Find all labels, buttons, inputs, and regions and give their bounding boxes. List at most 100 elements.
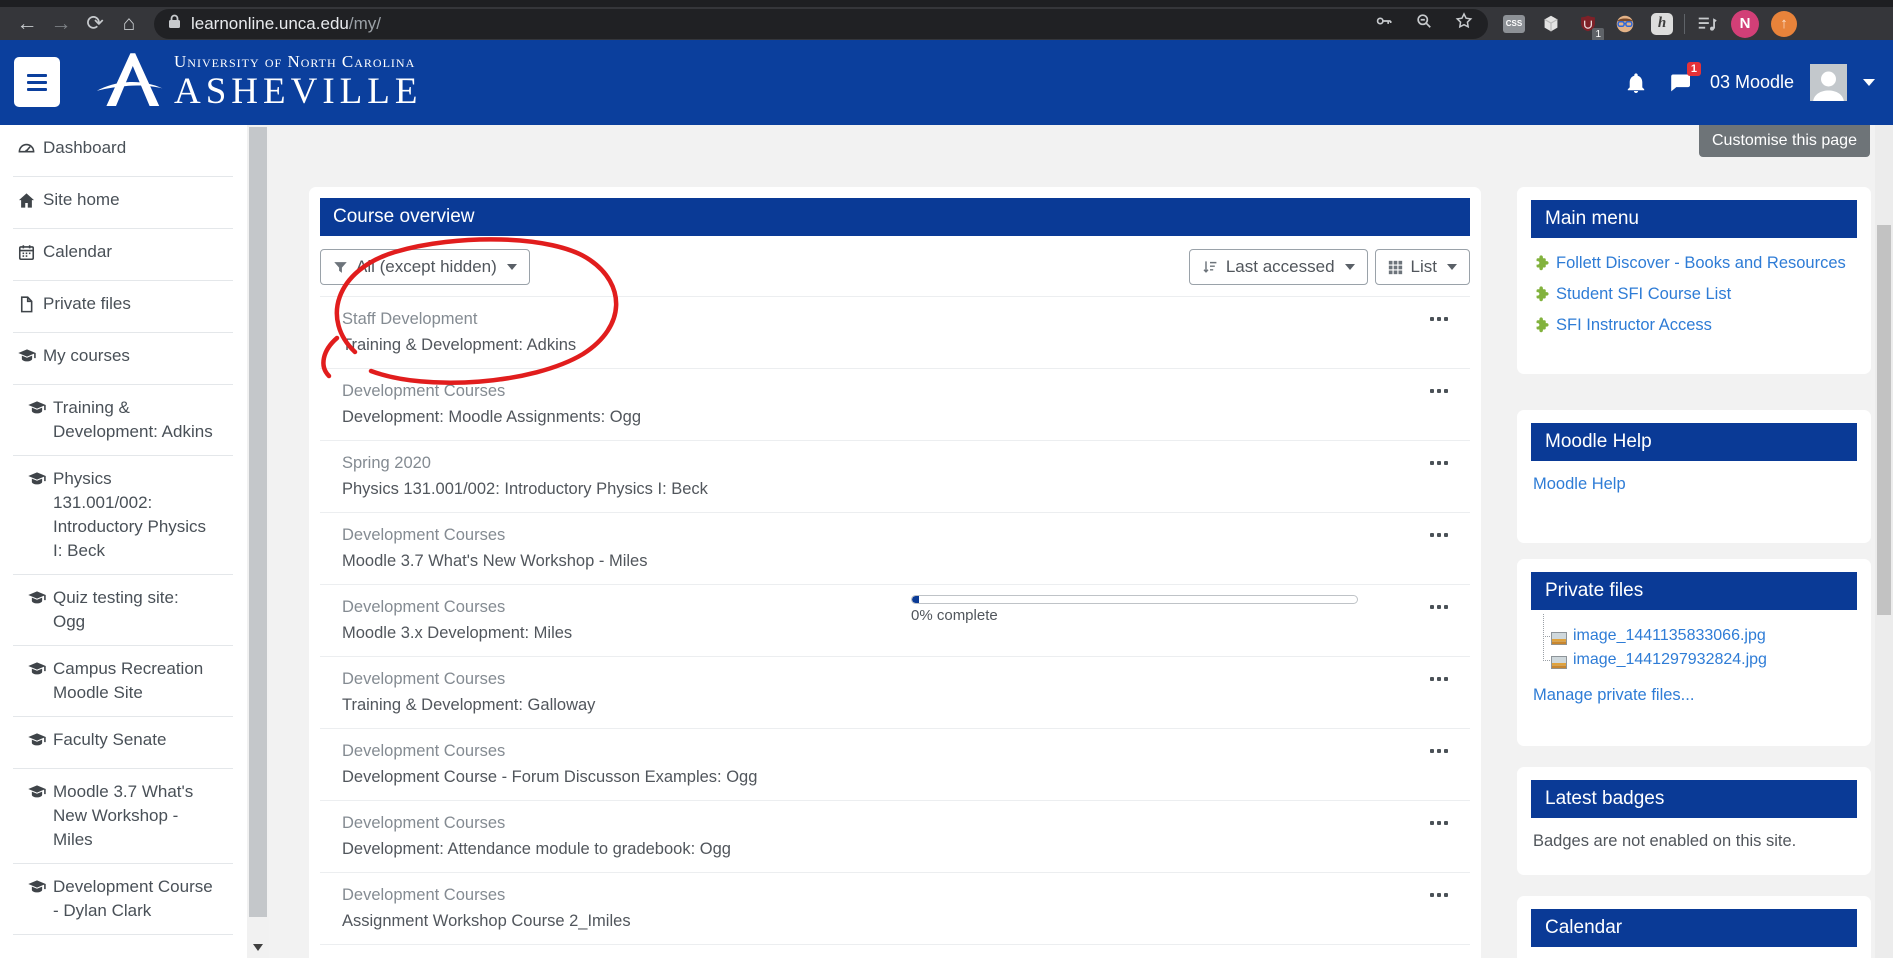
graduation-cap-icon bbox=[27, 589, 53, 615]
graduation-cap-icon bbox=[27, 660, 53, 686]
customise-page-button[interactable]: Customise this page bbox=[1699, 125, 1870, 157]
main-menu-title: Main menu bbox=[1531, 200, 1857, 238]
browser-profile-avatar[interactable]: N bbox=[1731, 10, 1759, 38]
drawer-scroll-down-icon[interactable] bbox=[247, 937, 269, 958]
url-text: learnonline.unca.edu/my/ bbox=[191, 14, 381, 34]
course-row: Development Courses Moodle 3.x Developme… bbox=[320, 585, 1470, 657]
course-row: Development Courses Training & Developme… bbox=[320, 657, 1470, 729]
course-actions-menu[interactable] bbox=[1430, 893, 1448, 897]
sidebar-item-private-files[interactable]: Private files bbox=[13, 281, 233, 333]
course-link[interactable]: Training & Development: Galloway bbox=[342, 696, 1410, 715]
drawer-scrollbar-thumb[interactable] bbox=[249, 127, 267, 917]
extension-css-icon[interactable]: CSS bbox=[1502, 12, 1526, 36]
browser-update-icon[interactable]: ↑ bbox=[1771, 11, 1797, 37]
course-actions-menu[interactable] bbox=[1430, 749, 1448, 753]
course-category: Development Courses bbox=[342, 526, 1410, 545]
sidebar-item-physics-131[interactable]: Physics 131.001/002: Introductory Physic… bbox=[13, 456, 233, 575]
course-category: Development Courses bbox=[342, 742, 1410, 761]
page-scrollbar[interactable] bbox=[1875, 125, 1893, 958]
puzzle-icon bbox=[1533, 254, 1550, 279]
sort-icon bbox=[1202, 259, 1218, 275]
sidebar-item-calendar[interactable]: Calendar bbox=[13, 229, 233, 281]
course-category: Staff Development bbox=[342, 310, 1410, 329]
course-actions-menu[interactable] bbox=[1430, 605, 1448, 609]
course-link[interactable]: Moodle 3.x Development: Miles bbox=[342, 624, 1410, 643]
zoom-icon[interactable] bbox=[1414, 11, 1434, 36]
course-link[interactable]: Physics 131.001/002: Introductory Physic… bbox=[342, 480, 1410, 499]
file-item: image_1441297932824.jpg bbox=[1549, 648, 1855, 672]
course-link[interactable]: Assignment Workshop Course 2_Imiles bbox=[342, 912, 1410, 931]
sidebar-item-site-home[interactable]: Site home bbox=[13, 177, 233, 229]
chevron-down-icon bbox=[1447, 264, 1457, 270]
sidebar-item-dashboard[interactable]: Dashboard bbox=[13, 125, 233, 177]
home-icon[interactable]: ⌂ bbox=[112, 9, 146, 39]
sidebar-item-development-course-dylan-clark[interactable]: Development Course - Dylan Clark bbox=[13, 864, 233, 935]
main-menu-link[interactable]: SFI Instructor Access bbox=[1556, 316, 1712, 334]
course-row: Development Courses Development Course -… bbox=[320, 729, 1470, 801]
course-actions-menu[interactable] bbox=[1430, 533, 1448, 537]
unca-logo[interactable]: University of North Carolina ASHEVILLE bbox=[92, 48, 422, 116]
user-name: 03 Moodle bbox=[1710, 72, 1794, 93]
course-link[interactable]: Moodle 3.7 What's New Workshop - Miles bbox=[342, 552, 1410, 571]
course-row: Staff Development Training & Development… bbox=[320, 297, 1470, 369]
user-avatar[interactable] bbox=[1810, 64, 1847, 101]
course-category: Development Courses bbox=[342, 382, 1410, 401]
manage-private-files-link[interactable]: Manage private files... bbox=[1533, 686, 1694, 704]
extension-cube-icon[interactable] bbox=[1539, 12, 1563, 36]
course-actions-menu[interactable] bbox=[1430, 821, 1448, 825]
back-icon[interactable]: ← bbox=[10, 9, 44, 39]
extension-ublock-icon[interactable]: 1 bbox=[1576, 12, 1600, 36]
main-menu-link[interactable]: Student SFI Course List bbox=[1556, 285, 1731, 303]
main-menu-link[interactable]: Follett Discover - Books and Resources bbox=[1556, 254, 1846, 272]
extension-face-glasses-icon[interactable] bbox=[1613, 12, 1637, 36]
course-actions-menu[interactable] bbox=[1430, 677, 1448, 681]
course-actions-menu[interactable] bbox=[1430, 389, 1448, 393]
course-list: Staff Development Training & Development… bbox=[320, 296, 1470, 945]
graduation-cap-icon bbox=[27, 731, 53, 757]
course-filter-dropdown[interactable]: All (except hidden) bbox=[320, 249, 530, 285]
gauge-icon bbox=[17, 139, 43, 165]
course-actions-menu[interactable] bbox=[1430, 461, 1448, 465]
file-item: image_1441135833066.jpg bbox=[1549, 624, 1855, 648]
key-icon[interactable] bbox=[1374, 11, 1394, 36]
notifications-bell-icon[interactable] bbox=[1622, 69, 1650, 97]
address-bar[interactable]: learnonline.unca.edu/my/ bbox=[154, 9, 1488, 39]
course-link[interactable]: Development: Moodle Assignments: Ogg bbox=[342, 408, 1410, 427]
course-actions-menu[interactable] bbox=[1430, 317, 1448, 321]
course-display-dropdown[interactable]: List bbox=[1375, 249, 1470, 285]
sidebar-item-faculty-senate[interactable]: Faculty Senate bbox=[13, 717, 233, 769]
private-file-link[interactable]: image_1441135833066.jpg bbox=[1573, 627, 1766, 644]
sidebar-item-moodle-37-workshop[interactable]: Moodle 3.7 What's New Workshop - Miles bbox=[13, 769, 233, 864]
reading-list-icon[interactable] bbox=[1695, 12, 1719, 36]
user-menu-caret-icon[interactable] bbox=[1863, 79, 1875, 86]
drawer-scrollbar[interactable] bbox=[247, 125, 269, 958]
course-row: Development Courses Development: Attenda… bbox=[320, 801, 1470, 873]
course-link[interactable]: Training & Development: Adkins bbox=[342, 336, 1410, 355]
lock-icon bbox=[168, 14, 181, 34]
messages-icon[interactable]: 1 bbox=[1666, 69, 1694, 97]
latest-badges-title: Latest badges bbox=[1531, 780, 1857, 818]
sidebar-item-training-development-adkins[interactable]: Training & Development: Adkins bbox=[13, 385, 233, 456]
sidebar-item-quiz-testing-site[interactable]: Quiz testing site: Ogg bbox=[13, 575, 233, 646]
puzzle-icon bbox=[1533, 316, 1550, 341]
grid-icon bbox=[1388, 260, 1403, 275]
course-link[interactable]: Development Course - Forum Discusson Exa… bbox=[342, 768, 1410, 787]
graduation-cap-icon bbox=[27, 399, 53, 425]
page-scrollbar-thumb[interactable] bbox=[1877, 225, 1891, 615]
private-files-title: Private files bbox=[1531, 572, 1857, 610]
menu-toggle-button[interactable] bbox=[14, 57, 60, 107]
badges-disabled-text: Badges are not enabled on this site. bbox=[1533, 832, 1796, 850]
forward-icon[interactable]: → bbox=[44, 9, 78, 39]
refresh-icon[interactable]: ⟳ bbox=[78, 9, 112, 39]
sidebar-item-campus-recreation[interactable]: Campus Recreation Moodle Site bbox=[13, 646, 233, 717]
course-sort-dropdown[interactable]: Last accessed bbox=[1189, 249, 1368, 285]
sidebar-item-my-courses[interactable]: My courses bbox=[13, 333, 233, 385]
calendar-block-title: Calendar bbox=[1531, 909, 1857, 947]
private-file-link[interactable]: image_1441297932824.jpg bbox=[1573, 651, 1767, 668]
course-category: Development Courses bbox=[342, 814, 1410, 833]
course-link[interactable]: Development: Attendance module to gradeb… bbox=[342, 840, 1410, 859]
moodle-help-link[interactable]: Moodle Help bbox=[1533, 475, 1626, 493]
extension-h-icon[interactable]: h bbox=[1650, 12, 1674, 36]
course-row: Spring 2020 Physics 131.001/002: Introdu… bbox=[320, 441, 1470, 513]
bookmark-star-icon[interactable] bbox=[1454, 11, 1474, 36]
